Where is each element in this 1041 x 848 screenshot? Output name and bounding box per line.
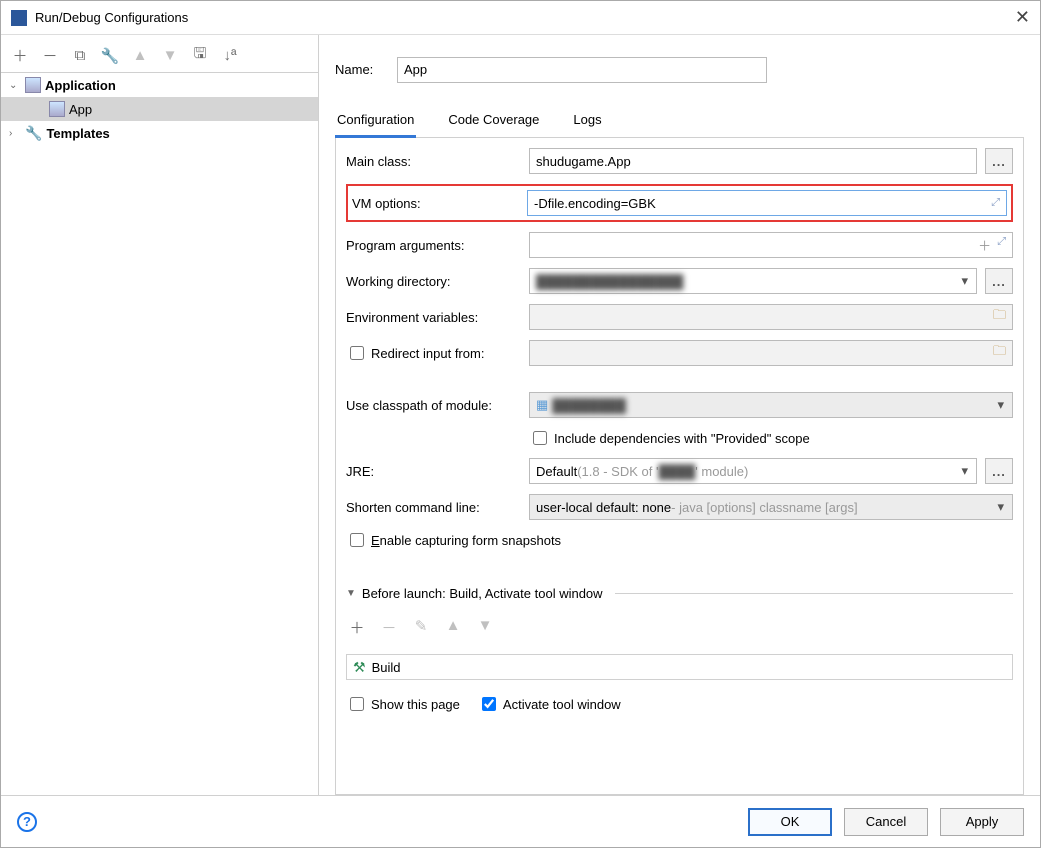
program-args-input[interactable]: ＋⤢ [529,232,1013,258]
tree-app-label: App [69,102,92,117]
ok-button[interactable]: OK [748,808,832,836]
include-deps-cb[interactable] [533,431,547,445]
main-class-input[interactable]: shudugame.App [529,148,977,174]
app-icon [11,10,27,26]
tree-templates[interactable]: › 🔧 Templates [1,121,318,145]
remove-icon[interactable]: － [39,45,61,66]
program-args-label: Program arguments: [346,238,521,253]
working-dir-browse-button[interactable]: ... [985,268,1013,294]
cancel-button[interactable]: Cancel [844,808,928,836]
main-class-label: Main class: [346,154,521,169]
shorten-label: Shorten command line: [346,500,521,515]
jre-label: JRE: [346,464,521,479]
tab-configuration[interactable]: Configuration [335,104,416,138]
remove-icon[interactable]: － [378,617,400,638]
before-launch-header[interactable]: ▼ Before launch: Build, Activate tool wi… [346,586,1013,601]
wrench-icon: 🔧 [25,125,42,142]
titlebar: Run/Debug Configurations ✕ [1,1,1040,35]
main-class-browse-button[interactable]: ... [985,148,1013,174]
enable-snapshots-cb[interactable] [350,533,364,547]
close-icon[interactable]: ✕ [1015,7,1030,28]
main-panel: Name: Share Allow parallel run Configura… [319,35,1040,795]
tab-logs[interactable]: Logs [571,104,603,137]
vm-options-highlight: VM options: -Dfile.encoding=GBK ⤢ [346,184,1013,222]
classpath-select[interactable]: ▦ ████████ [529,392,1013,418]
application-icon [25,77,41,93]
build-task-row[interactable]: ⚒ Build [346,654,1013,680]
application-icon [49,101,65,117]
hammer-icon: ⚒ [353,659,366,676]
up-icon[interactable]: ▲ [129,47,151,64]
tree-application[interactable]: ⌄ Application [1,73,318,97]
sort-icon[interactable]: ↓ª [219,47,241,64]
expand-icon[interactable]: ⤢ [997,236,1006,255]
save-icon[interactable]: 🖫 [189,43,211,68]
chevron-down-icon: ⌄ [9,80,21,91]
add-icon[interactable]: ＋ [346,617,368,638]
include-deps-checkbox[interactable]: Include dependencies with "Provided" sco… [529,428,810,448]
up-icon[interactable]: ▲ [442,617,464,638]
chevron-down-icon: ▼ [346,588,356,599]
allow-parallel-input[interactable] [978,63,1040,77]
name-input[interactable] [397,57,767,83]
apply-button[interactable]: Apply [940,808,1024,836]
jre-select[interactable]: Default (1.8 - SDK of '████' module) [529,458,977,484]
classpath-label: Use classpath of module: [346,398,521,413]
tabs: Configuration Code Coverage Logs [335,104,1024,138]
env-vars-label: Environment variables: [346,310,521,325]
expand-icon[interactable]: ⤢ [991,197,1000,210]
activate-cb[interactable] [482,697,496,711]
copy-icon[interactable]: ⧉ [69,47,91,64]
redirect-input-checkbox[interactable]: Redirect input from: [346,343,521,363]
footer: ? OK Cancel Apply [1,795,1040,847]
redirect-input-field: 🗀 [529,340,1013,366]
edit-icon[interactable]: ✎ [410,617,432,638]
folder-icon: 🗀 [993,342,1006,364]
activate-tool-window-checkbox[interactable]: Activate tool window [478,694,621,714]
show-this-page-checkbox[interactable]: Show this page [346,694,460,714]
vm-options-input[interactable]: -Dfile.encoding=GBK ⤢ [527,190,1007,216]
sidebar: ＋ － ⧉ 🔧 ▲ ▼ 🖫 ↓ª ⌄ Application App › 🔧 T… [1,35,319,795]
window-title: Run/Debug Configurations [35,10,1015,25]
wrench-icon[interactable]: 🔧 [99,47,121,65]
down-icon[interactable]: ▼ [159,47,181,64]
module-icon: ▦ [536,397,548,413]
tab-code-coverage[interactable]: Code Coverage [446,104,541,137]
add-icon[interactable]: ＋ [9,45,31,66]
allow-parallel-checkbox[interactable]: Allow parallel run [974,47,1024,92]
working-dir-label: Working directory: [346,274,521,289]
name-label: Name: [335,62,385,77]
help-icon[interactable]: ? [17,812,37,832]
tree-app-item[interactable]: App [1,97,318,121]
working-dir-input[interactable]: ████████████████ [529,268,977,294]
share-checkbox[interactable]: Share [912,60,962,80]
redirect-input-cb[interactable] [350,346,364,360]
sidebar-toolbar: ＋ － ⧉ 🔧 ▲ ▼ 🖫 ↓ª [1,39,318,73]
tree-application-label: Application [45,78,116,93]
down-icon[interactable]: ▼ [474,617,496,638]
folder-icon[interactable]: 🗀 [993,306,1006,328]
env-vars-input[interactable]: 🗀 [529,304,1013,330]
enable-snapshots-checkbox[interactable]: Enable capturing form snapshots [346,530,561,550]
chevron-right-icon: › [9,128,21,139]
config-panel: Main class: shudugame.App ... VM options… [335,138,1024,795]
plus-icon[interactable]: ＋ [978,236,991,255]
show-page-cb[interactable] [350,697,364,711]
vm-options-label: VM options: [352,196,519,211]
tree-templates-label: Templates [46,126,109,141]
before-launch-toolbar: ＋ － ✎ ▲ ▼ [346,611,1013,644]
shorten-select[interactable]: user-local default: none - java [options… [529,494,1013,520]
jre-browse-button[interactable]: ... [985,458,1013,484]
